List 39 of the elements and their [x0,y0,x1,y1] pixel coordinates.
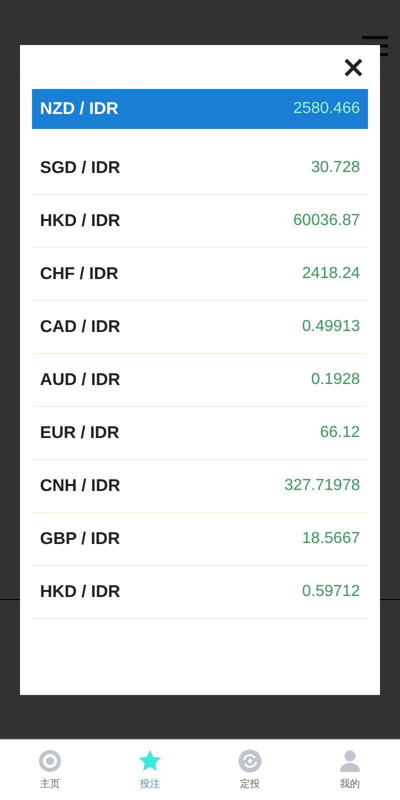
currency-row[interactable]: AUD / IDR 0.1928 [32,354,368,407]
rate-value: 327.71978 [284,477,360,495]
currency-row[interactable]: CAD / IDR 0.49913 [32,301,368,354]
pair-label: GBP / IDR [40,529,120,549]
pair-label: CHF / IDR [40,264,118,284]
nav-tab[interactable]: 定投 [200,740,300,800]
rate-value: 66.12 [320,424,360,442]
currency-row[interactable]: CNH / IDR 327.71978 [32,460,368,513]
currency-row[interactable]: GBP / IDR 18.5667 [32,513,368,566]
currency-row[interactable]: SGD / IDR 30.728 [32,142,368,195]
pair-label: CNH / IDR [40,476,120,496]
currency-row[interactable]: CHF / IDR 2418.24 [32,248,368,301]
pair-label: CAD / IDR [40,317,120,337]
nav-tab[interactable]: 投注 [100,740,200,800]
pair-label: EUR / IDR [40,423,120,443]
currency-row[interactable]: NZD / IDR 2580.466 [32,89,368,129]
rate-value: 60036.87 [293,212,360,230]
currency-row[interactable]: HKD / IDR 60036.87 [32,195,368,248]
close-button[interactable]: × [338,53,368,83]
rate-value: 2580.466 [293,100,360,118]
user-icon [338,749,362,773]
rate-value: 2418.24 [302,265,360,283]
nav-tab[interactable]: 我的 [300,740,400,800]
target-icon [38,749,62,773]
currency-row[interactable]: EUR / IDR 66.12 [32,407,368,460]
pair-label: HKD / IDR [40,211,120,231]
refresh-icon [238,749,262,773]
pair-label: HKD / IDR [40,582,120,602]
rate-value: 30.728 [311,159,360,177]
rate-value: 0.59712 [302,583,360,601]
nav-tab[interactable]: 主页 [0,740,100,800]
rate-value: 0.49913 [302,318,360,336]
rate-value: 0.1928 [311,371,360,389]
star-icon [138,749,162,773]
currency-row[interactable]: HKD / IDR 0.59712 [32,566,368,619]
pair-label: SGD / IDR [40,158,120,178]
rate-value: 18.5667 [302,530,360,548]
pair-label: NZD / IDR [40,99,118,119]
pair-label: AUD / IDR [40,370,120,390]
